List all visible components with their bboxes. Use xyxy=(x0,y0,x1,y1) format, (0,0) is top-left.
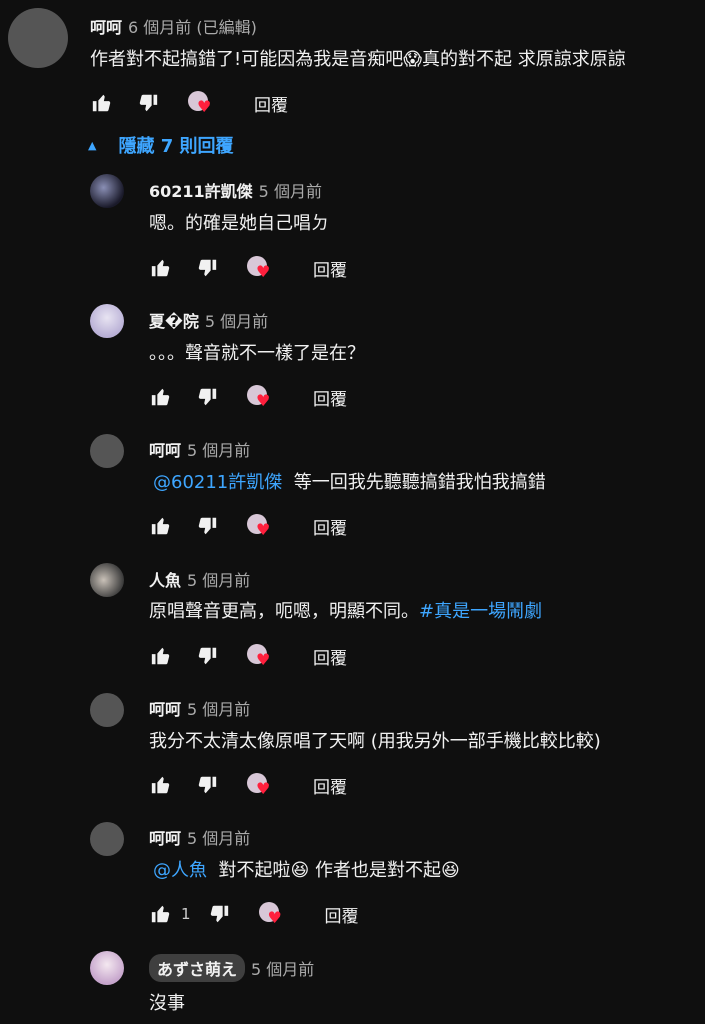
thumbs-down-icon[interactable] xyxy=(195,385,219,409)
action-bar: ♥ 回覆 xyxy=(90,89,288,117)
thumbs-up-icon[interactable] xyxy=(149,773,173,797)
comment-body: 原唱聲音更高，呃嗯，明顯不同。 xyxy=(149,601,419,622)
avatar[interactable] xyxy=(90,951,124,985)
timestamp[interactable]: 5 個月前 xyxy=(259,182,322,201)
timestamp[interactable]: 5 個月前 xyxy=(251,960,314,979)
mention-link[interactable]: @人魚 xyxy=(153,860,207,881)
caret-up-icon: ▲ xyxy=(88,138,97,152)
timestamp[interactable]: 5 個月前 xyxy=(187,441,250,460)
timestamp[interactable]: 5 個月前 xyxy=(205,312,268,331)
thumbs-down-icon[interactable] xyxy=(207,902,231,926)
reply-button[interactable]: 回覆 xyxy=(325,902,359,927)
comment-text: @60211許凱傑 等一回我先聽聽搞錯我怕我搞錯 xyxy=(153,468,546,494)
comment-body: 對不起啦😆 作者也是對不起😆 xyxy=(218,860,460,881)
creator-heart-icon: ♥ xyxy=(247,514,273,538)
comment-text: 原唱聲音更高，呃嗯，明顯不同。#真是一場鬧劇 xyxy=(149,597,542,623)
comment-text: 沒事 xyxy=(149,993,185,1014)
author-name[interactable]: 呵呵 xyxy=(149,700,181,719)
author-name[interactable]: 呵呵 xyxy=(90,18,122,37)
comment-header: 呵呵 5 個月前 xyxy=(149,696,250,720)
creator-heart-icon: ♥ xyxy=(247,385,273,409)
thumbs-down-icon[interactable] xyxy=(195,773,219,797)
hide-replies-label: 隱藏 7 則回覆 xyxy=(118,136,234,157)
timestamp[interactable]: 5 個月前 xyxy=(187,700,250,719)
creator-heart-icon: ♥ xyxy=(247,256,273,280)
action-bar: ♥ 回覆 xyxy=(149,512,347,540)
thumbs-up-icon[interactable] xyxy=(149,256,173,280)
comment-header: 呵呵 6 個月前 (已編輯) xyxy=(90,14,257,38)
comment-text: @人魚 對不起啦😆 作者也是對不起😆 xyxy=(153,856,460,882)
author-name[interactable]: 夏�院 xyxy=(149,312,199,331)
reply-button[interactable]: 回覆 xyxy=(254,91,288,116)
creator-heart-icon: ♥ xyxy=(258,902,285,926)
reply-button[interactable]: 回覆 xyxy=(313,514,347,539)
reply-button[interactable]: 回覆 xyxy=(313,385,347,410)
author-name[interactable]: 60211許凱傑 xyxy=(149,182,253,201)
mention-link[interactable]: @60211許凱傑 xyxy=(153,472,282,493)
comment-header: 人魚 5 個月前 xyxy=(149,567,250,591)
comment-text: 嗯。的確是她自己唱ㄉ xyxy=(149,213,329,234)
hashtag-link[interactable]: #真是一場鬧劇 xyxy=(419,601,542,622)
action-bar: 1 ♥ 回覆 xyxy=(149,900,359,928)
thumbs-down-icon[interactable] xyxy=(136,91,160,115)
comment-body: 等一回我先聽聽搞錯我怕我搞錯 xyxy=(293,472,546,493)
thumbs-down-icon[interactable] xyxy=(195,256,219,280)
avatar[interactable] xyxy=(8,8,68,68)
creator-heart-icon: ♥ xyxy=(247,644,273,668)
reply-button[interactable]: 回覆 xyxy=(313,773,347,798)
thumbs-up-icon[interactable] xyxy=(149,514,173,538)
thumbs-up-icon[interactable] xyxy=(149,385,173,409)
action-bar: ♥ 回覆 xyxy=(149,771,347,799)
comment-text: 我分不太清太像原唱了天啊 (用我另外一部手機比較比較) xyxy=(149,731,601,752)
comment-header: 呵呵 5 個月前 xyxy=(149,825,250,849)
avatar[interactable] xyxy=(90,822,124,856)
like-count: 1 xyxy=(181,905,191,923)
thumbs-up-icon[interactable] xyxy=(149,644,173,668)
thumbs-down-icon[interactable] xyxy=(195,644,219,668)
hide-replies-button[interactable]: ▲ 隱藏 7 則回覆 xyxy=(88,132,234,158)
avatar[interactable] xyxy=(90,693,124,727)
action-bar: ♥ 回覆 xyxy=(149,383,347,411)
reply-button[interactable]: 回覆 xyxy=(313,256,347,281)
author-name[interactable]: 人魚 xyxy=(149,571,181,590)
creator-heart-icon: ♥ xyxy=(247,773,273,797)
comment-text: 。。。聲音就不一樣了是在？ xyxy=(149,343,365,364)
author-name[interactable]: 呵呵 xyxy=(149,829,181,848)
author-name-pill[interactable]: あずさ萌え xyxy=(149,954,246,982)
avatar[interactable] xyxy=(90,563,124,597)
thumbs-down-icon[interactable] xyxy=(195,514,219,538)
comment-header: あずさ萌え 5 個月前 xyxy=(149,954,314,982)
author-name[interactable]: 呵呵 xyxy=(149,441,181,460)
avatar[interactable] xyxy=(90,434,124,468)
thumbs-up-icon[interactable] xyxy=(149,902,173,926)
timestamp[interactable]: 6 個月前 (已編輯) xyxy=(128,18,257,37)
action-bar: ♥ 回覆 xyxy=(149,254,347,282)
timestamp[interactable]: 5 個月前 xyxy=(187,829,250,848)
avatar[interactable] xyxy=(90,174,124,208)
comment-header: 呵呵 5 個月前 xyxy=(149,437,250,461)
reply-button[interactable]: 回覆 xyxy=(313,644,347,669)
comment-text: 作者對不起搞錯了!可能因為我是音痴吧😱真的對不起 求原諒求原諒 xyxy=(90,49,626,70)
action-bar: ♥ 回覆 xyxy=(149,642,347,670)
avatar[interactable] xyxy=(90,304,124,338)
thumbs-up-icon[interactable] xyxy=(90,91,114,115)
timestamp[interactable]: 5 個月前 xyxy=(187,571,250,590)
creator-heart-icon: ♥ xyxy=(188,91,214,115)
comment-header: 夏�院 5 個月前 xyxy=(149,308,268,332)
comment-header: 60211許凱傑 5 個月前 xyxy=(149,178,322,202)
